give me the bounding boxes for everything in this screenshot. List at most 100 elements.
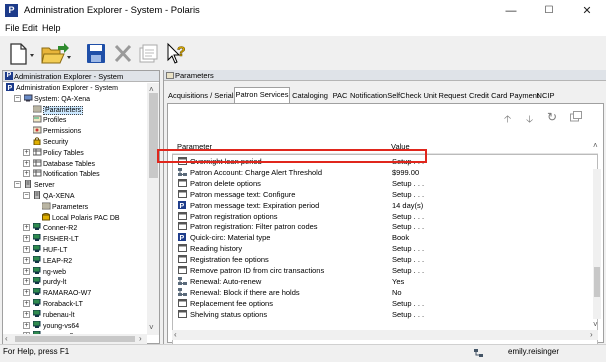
tree-expander-icon[interactable]: − — [14, 94, 21, 102]
tab-cataloging[interactable]: Cataloging — [290, 89, 330, 103]
tree-item[interactable]: Parameters — [41, 202, 88, 212]
scroll-right-icon[interactable]: › — [139, 334, 142, 343]
tree-item[interactable]: ng-web — [32, 266, 66, 277]
tree-item[interactable]: System: QA-Xena — [23, 94, 90, 104]
table-row[interactable]: Patron message text: Configure Setup . . … — [173, 189, 597, 200]
tree-item[interactable]: P Administration Explorer - System — [6, 83, 118, 93]
tree-item[interactable]: Local Polaris PAC DB — [42, 212, 120, 223]
tree-item[interactable]: Server — [24, 179, 55, 190]
tree-view[interactable]: P Administration Explorer - System − System… — [3, 83, 147, 334]
grid-scroll-right-icon[interactable]: › — [590, 330, 593, 339]
value-cell[interactable]: Setup . . . — [392, 178, 424, 189]
tree-expander-icon[interactable]: + — [23, 321, 30, 329]
grid-scroll-thumb[interactable] — [594, 267, 600, 297]
tree-item[interactable]: Conner-R2 — [32, 222, 77, 233]
tab-acquisitions-serials[interactable]: Acquisitions / Serials — [168, 89, 237, 103]
tree-item[interactable]: QA-XENA — [33, 190, 75, 201]
maximize-button[interactable]: ☐ — [530, 0, 568, 22]
tree-item[interactable]: Parameters — [32, 105, 84, 115]
table-row[interactable]: Reading history Setup . . . — [173, 243, 597, 254]
table-row[interactable]: Renewal: Block if there are holds No — [173, 287, 597, 298]
value-cell[interactable]: Setup . . . — [392, 309, 424, 320]
value-cell[interactable]: Setup . . . — [392, 243, 424, 254]
tab-pac[interactable]: PAC — [330, 89, 350, 103]
tree-item[interactable]: Security — [33, 137, 68, 147]
tree-item[interactable]: Database Tables — [32, 159, 95, 169]
tree-item[interactable]: Permissions — [32, 126, 81, 136]
new-button[interactable] — [8, 42, 38, 66]
properties-button[interactable] — [137, 42, 159, 66]
table-row[interactable]: Replacement fee options Setup . . . — [173, 298, 597, 309]
tree-item[interactable]: Notification Tables — [32, 169, 100, 179]
tree-item[interactable]: FISHER-LT — [32, 233, 79, 244]
refresh-icon[interactable]: ↻ — [547, 110, 557, 124]
tab-credit-card-payment[interactable]: Credit Card Payment — [469, 89, 539, 103]
table-row[interactable]: P Quick-circ: Material type Book — [173, 232, 597, 243]
value-cell[interactable]: Setup . . . — [392, 265, 424, 276]
value-cell[interactable]: No — [392, 287, 402, 298]
value-cell[interactable]: Setup . . . — [392, 298, 424, 309]
tab-request[interactable]: Request — [437, 89, 468, 103]
tree-expander-icon[interactable]: + — [23, 278, 30, 286]
scroll-down-icon[interactable]: ˅ — [149, 323, 154, 332]
table-row[interactable]: Patron Account: Charge Alert Threshold $9… — [173, 167, 597, 178]
tree-item[interactable]: LEAP-R2 — [32, 255, 72, 266]
value-cell[interactable]: Yes — [392, 276, 404, 287]
help-button[interactable]: ? — [165, 42, 187, 66]
table-row[interactable]: Patron delete options Setup . . . — [173, 178, 597, 189]
arrow-down-icon[interactable]: 🡣 — [526, 112, 533, 129]
tree-expander-icon[interactable]: + — [23, 159, 30, 167]
menu-help[interactable]: Help — [42, 23, 61, 33]
tree-expander-icon[interactable]: + — [23, 235, 30, 243]
tree-expander-icon[interactable]: + — [23, 224, 30, 232]
tree-item[interactable]: Roraback-LT — [32, 298, 83, 309]
grid-scroll-down-icon[interactable]: ˅ — [593, 320, 598, 329]
tree-item[interactable]: HUF-LT — [32, 244, 67, 255]
tab-notification[interactable]: Notification — [350, 89, 387, 103]
minimize-button[interactable]: — — [492, 0, 530, 22]
tree-expander-icon[interactable]: + — [23, 148, 30, 156]
tree-expander-icon[interactable]: + — [23, 267, 30, 275]
tab-ncip[interactable]: NCIP — [535, 89, 556, 103]
arrow-up-icon[interactable]: 🡡 — [504, 112, 511, 129]
table-row[interactable]: Patron registration: Filter patron codes… — [173, 221, 597, 232]
tree-expander-icon[interactable]: + — [23, 246, 30, 253]
table-row[interactable]: Registration fee options Setup . . . — [173, 254, 597, 265]
tree-expander-icon[interactable]: − — [23, 192, 30, 199]
table-row[interactable]: Shelving status options Setup . . . — [173, 309, 597, 320]
save-button[interactable] — [85, 42, 107, 66]
tree-expander-icon[interactable]: + — [23, 170, 30, 178]
tree-vertical-scrollbar[interactable]: ˄ ˅ — [147, 83, 159, 335]
open-button[interactable] — [40, 42, 74, 66]
tree-expander-icon[interactable]: + — [23, 256, 30, 264]
tree-item[interactable]: RAMARAO-W7 — [32, 287, 91, 298]
tree-item[interactable]: young-vs64 — [32, 320, 79, 331]
grid-horizontal-scrollbar[interactable]: ‹ › — [172, 330, 598, 340]
value-cell[interactable]: Setup . . . — [392, 254, 424, 265]
value-cell[interactable]: $999.00 — [392, 167, 419, 178]
table-row[interactable]: Patron registration options Setup . . . — [173, 211, 597, 222]
grid-vertical-scrollbar[interactable] — [593, 169, 601, 319]
value-cell[interactable]: 14 day(s) — [392, 200, 423, 211]
parameters-grid[interactable]: Overnight loan period Setup . . . Patron A… — [172, 154, 598, 357]
tree-expander-icon[interactable]: + — [23, 310, 30, 318]
tree-item[interactable]: purdy-lt — [32, 276, 66, 287]
tree-hscroll-thumb[interactable] — [15, 336, 135, 342]
value-cell[interactable]: Setup . . . — [392, 211, 424, 222]
tab-patron-services[interactable]: Patron Services — [234, 87, 290, 104]
table-row[interactable]: Renewal: Auto-renew Yes — [173, 276, 597, 287]
grid-scroll-up-icon[interactable]: ˄ — [593, 141, 598, 150]
tree-expander-icon[interactable]: − — [14, 181, 21, 189]
tree-expander-icon[interactable]: + — [23, 300, 30, 307]
table-row[interactable]: Remove patron ID from circ transactions S… — [173, 265, 597, 276]
table-row[interactable]: P Patron message text: Expiration period 1… — [173, 200, 597, 211]
value-cell[interactable]: Setup . . . — [392, 189, 424, 200]
tree-item[interactable]: Profiles — [32, 115, 66, 125]
delete-button[interactable] — [112, 42, 134, 66]
tab-selfcheck-unit[interactable]: SelfCheck Unit — [386, 89, 438, 103]
grid-scroll-left-icon[interactable]: ‹ — [174, 330, 177, 339]
close-button[interactable]: ✕ — [568, 0, 606, 22]
value-cell[interactable]: Book — [392, 232, 409, 243]
properties-icon[interactable] — [570, 111, 582, 122]
tree-scroll-thumb[interactable] — [149, 93, 158, 178]
